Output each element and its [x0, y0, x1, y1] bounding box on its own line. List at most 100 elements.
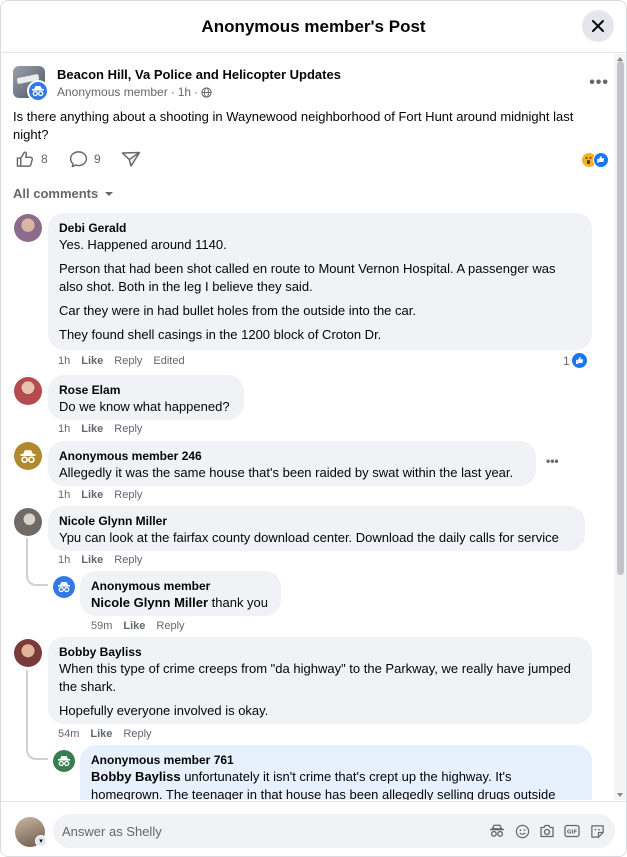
comment-input[interactable]	[62, 814, 482, 848]
group-name[interactable]: Beacon Hill, Va Police and Helicopter Up…	[57, 67, 341, 82]
anonymous-avatar[interactable]	[53, 576, 75, 598]
comment-time[interactable]: 1h	[58, 355, 70, 367]
comment-reply-button[interactable]: Reply	[114, 355, 142, 367]
camera-icon[interactable]	[539, 823, 555, 839]
comment-like-button[interactable]: Like	[123, 620, 145, 632]
comment-time[interactable]: 54m	[58, 728, 79, 740]
post-author: Anonymous member	[57, 85, 168, 99]
scrollbar-thumb[interactable]	[617, 61, 624, 575]
comment-text: Do we know what happened?	[59, 399, 230, 414]
like-count: 8	[41, 152, 48, 166]
reply-bubble: Anonymous member 761 Bobby Bayliss unfor…	[80, 745, 592, 800]
comment-author[interactable]: Anonymous member 246	[59, 448, 525, 464]
avatar[interactable]	[14, 639, 42, 667]
more-options-icon[interactable]: •••	[589, 74, 609, 92]
comment-reply-button[interactable]: Reply	[114, 423, 142, 435]
dialog-header: Anonymous member's Post	[1, 1, 626, 53]
comment-meta: 54m Like Reply	[58, 728, 152, 740]
gif-icon[interactable]: GIF	[564, 823, 580, 839]
comment-reply-button[interactable]: Reply	[114, 489, 142, 501]
comment-like-button[interactable]: Like	[81, 489, 103, 501]
comment-author[interactable]: Debi Gerald	[59, 220, 581, 236]
comment-text: Bobby Bayliss unfortunately it isn't cri…	[91, 768, 581, 800]
comment-time[interactable]: 1h	[58, 554, 70, 566]
post-dialog: Anonymous member's Post Beacon Hill, Va …	[0, 0, 627, 857]
comment-meta: 1h Like Reply	[58, 423, 142, 435]
scroll-down-icon[interactable]	[617, 793, 623, 797]
anonymous-badge	[27, 80, 49, 102]
comment-like-button[interactable]: Like	[81, 355, 103, 367]
avatar[interactable]	[14, 377, 42, 405]
reaction-summary[interactable]	[581, 152, 611, 170]
avatar[interactable]	[14, 214, 42, 242]
emoji-icon[interactable]	[514, 823, 530, 839]
comment-meta: 59m Like Reply	[91, 620, 185, 632]
chevron-down-icon[interactable]: ▾	[35, 835, 47, 847]
post-meta: Anonymous member · 1h ·	[57, 85, 212, 99]
comment-author[interactable]: Rose Elam	[59, 382, 233, 398]
share-action[interactable]	[121, 150, 141, 168]
comment-meta: 1h Like Reply	[58, 489, 142, 501]
anonymous-icon	[20, 449, 36, 463]
comment-like-button[interactable]: Like	[81, 554, 103, 566]
comment-reactions[interactable]: 1	[563, 353, 587, 368]
comment-time[interactable]: 59m	[91, 620, 112, 632]
comment-meta: 1h Like Reply Edited	[58, 355, 185, 367]
avatar[interactable]	[14, 508, 42, 536]
anonymous-avatar[interactable]	[14, 442, 42, 470]
comment-reply-button[interactable]: Reply	[123, 728, 151, 740]
share-icon	[121, 151, 141, 167]
chevron-down-icon	[105, 191, 114, 196]
thumbs-up-icon	[16, 151, 34, 167]
comment-bubble: Bobby Bayliss When this type of crime cr…	[48, 637, 592, 724]
comment-text: Yes. Happened around 1140.	[59, 237, 227, 252]
comment-bubble: Rose Elam Do we know what happened?	[48, 375, 244, 420]
comment-bubble: Debi Gerald Yes. Happened around 1140. P…	[48, 213, 592, 350]
comment-like-button[interactable]: Like	[90, 728, 112, 740]
comment-reply-button[interactable]: Reply	[114, 554, 142, 566]
comment-author[interactable]: Anonymous member 761	[91, 752, 581, 768]
comment-like-button[interactable]: Like	[81, 423, 103, 435]
comments-filter[interactable]: All comments	[13, 186, 114, 201]
comment-action[interactable]: 9	[69, 150, 101, 168]
thread-connector	[26, 574, 48, 586]
comment-more-options-icon[interactable]: •••	[546, 454, 559, 468]
comment-icon	[69, 151, 88, 168]
like-reaction-icon	[571, 353, 587, 368]
reply-text: thank you	[208, 595, 269, 610]
comment-text: Person that had been shot called en rout…	[59, 261, 556, 294]
dialog-title: Anonymous member's Post	[201, 16, 426, 36]
svg-text:GIF: GIF	[567, 830, 578, 836]
post-time[interactable]: 1h	[178, 85, 191, 99]
post-scroll-area[interactable]: Beacon Hill, Va Police and Helicopter Up…	[1, 54, 616, 800]
post-actions: 8 9	[13, 150, 611, 172]
thread-line	[26, 670, 28, 750]
comment-bubble: Nicole Glynn Miller Ypu can look at the …	[48, 506, 585, 551]
thread-connector	[26, 748, 48, 760]
comment-text: Allegedly it was the same house that's b…	[59, 465, 514, 480]
anonymous-toggle-icon[interactable]	[489, 823, 505, 839]
comment-text: Ypu can look at the fairfax county downl…	[59, 530, 559, 545]
comment-author[interactable]: Nicole Glynn Miller	[59, 513, 574, 529]
comment-composer: ▾ Answer as Shelly GIF	[1, 801, 626, 856]
comment-time[interactable]: 1h	[58, 423, 70, 435]
comment-author[interactable]: Anonymous member	[91, 578, 270, 594]
anonymous-icon	[58, 582, 70, 593]
mention-link[interactable]: Nicole Glynn Miller	[91, 595, 208, 610]
comment-text: Nicole Glynn Miller thank you	[91, 594, 270, 612]
comment-author[interactable]: Bobby Bayliss	[59, 644, 581, 660]
comment-reply-button[interactable]: Reply	[156, 620, 184, 632]
like-action[interactable]: 8	[16, 150, 48, 168]
close-icon	[592, 20, 604, 32]
comment-reaction-count: 1	[563, 353, 570, 368]
anonymous-avatar[interactable]	[53, 750, 75, 772]
comment-count: 9	[94, 152, 101, 166]
comment-text: They found shell casings in the 1200 blo…	[59, 327, 382, 342]
mention-link[interactable]: Bobby Bayliss	[91, 769, 181, 784]
composer-tools: GIF	[489, 823, 605, 839]
close-button[interactable]	[582, 10, 614, 42]
comment-edited-label[interactable]: Edited	[153, 355, 184, 367]
comment-time[interactable]: 1h	[58, 489, 70, 501]
sticker-icon[interactable]	[589, 823, 605, 839]
meta-separator: ·	[194, 85, 199, 99]
